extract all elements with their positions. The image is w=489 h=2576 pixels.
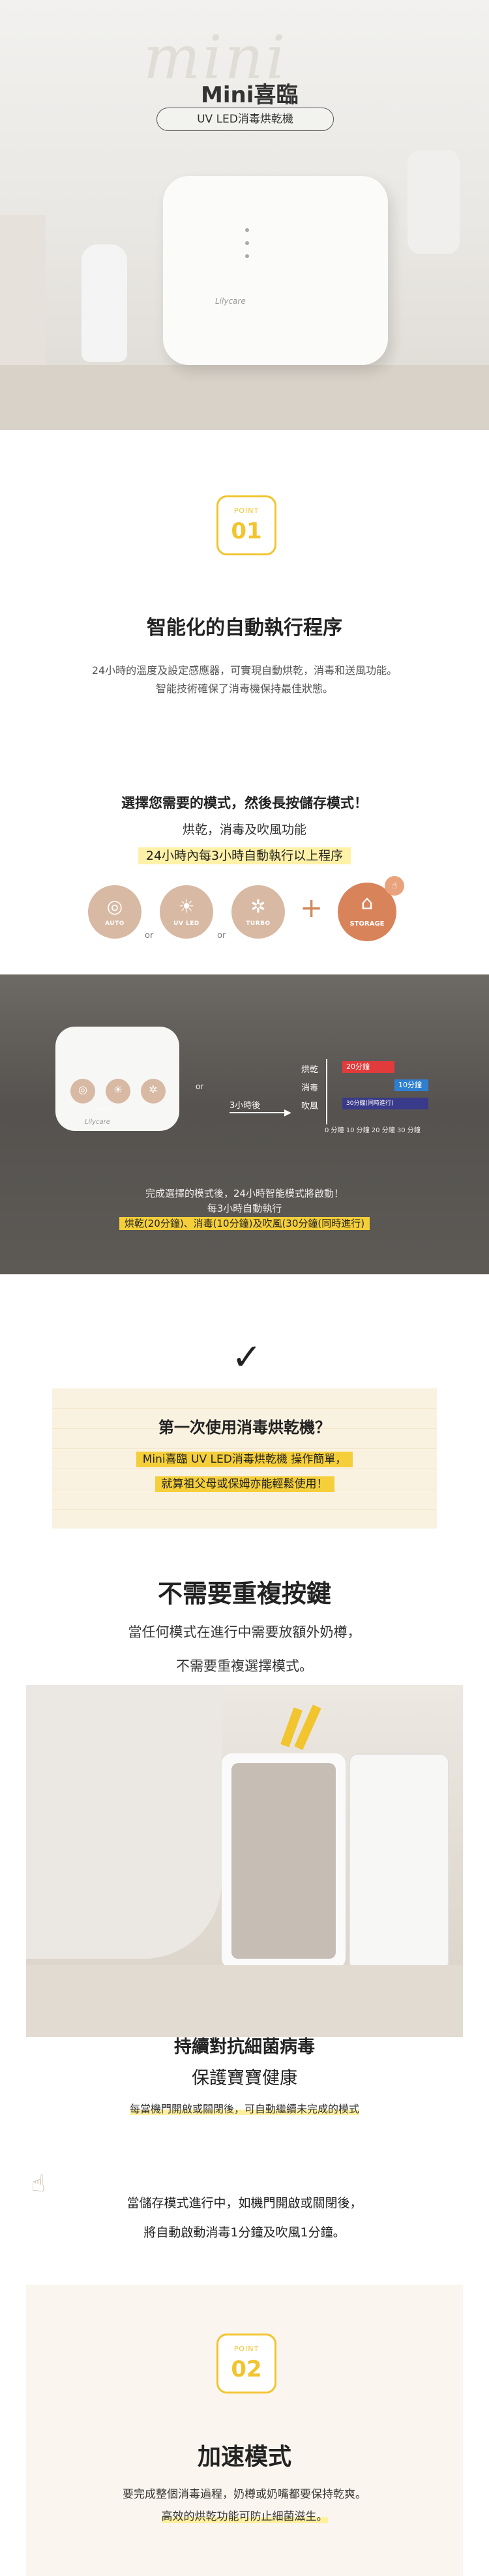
uv-led-icon: ☀: [106, 1079, 130, 1104]
device-logo: Lilycare: [215, 297, 246, 306]
after-3-hours-label: 3小時後: [230, 1101, 261, 1111]
countertop: [0, 365, 489, 430]
turbo-icon: ✲: [250, 896, 266, 917]
turbo-icon: ✲: [141, 1079, 166, 1104]
arrow-right-icon: ▶: [284, 1107, 291, 1118]
device-logo: Lilycare: [85, 1119, 110, 1126]
antibac-subheading: 保護寶寶健康: [192, 2068, 297, 2088]
timeline-note-3: 烘乾(20分鐘)、消毒(10分鐘)及吹風(30分鐘(同時進行): [119, 1217, 370, 1230]
no-repeat-line-1: 當任何模式在進行中需要放額外奶樽，: [128, 1624, 361, 1640]
hero-image: mini Mini喜臨 UV LED消毒烘乾機 Lilycare: [0, 0, 489, 430]
timeline-axis: [326, 1059, 327, 1124]
antibac-note-1: 當儲存模式進行中，如機門開啟或關閉後，: [126, 2196, 363, 2210]
indicator-light: [245, 241, 249, 245]
timeline-arrow-line: [230, 1112, 287, 1113]
auto-icon: ◎: [70, 1079, 95, 1104]
or-label: or: [145, 931, 154, 941]
product-title: Mini喜臨: [201, 82, 299, 108]
point-badge-02: POINT 02: [216, 2334, 276, 2393]
point-label: POINT: [233, 506, 259, 515]
section-heading: 智能化的自動執行程序: [147, 617, 342, 639]
uv-led-icon: ☀: [178, 896, 195, 917]
mode-turbo: ✲ TURBO: [231, 885, 285, 939]
first-use-heading: 第一次使用消毒烘乾機？: [158, 1418, 331, 1437]
mode-label: UV LED: [173, 920, 200, 927]
section-body-line-1: 24小時的溫度及設定感應器，可實現自動烘乾，消毒和送風功能。: [91, 664, 398, 677]
first-use-line-2: 就算祖父母或保姆亦能輕鬆使用！: [155, 1476, 334, 1492]
point-number: 02: [231, 2356, 262, 2382]
antibac-body-wrap: 每當機門開啟或關閉後，可自動繼續未完成的模式: [0, 2100, 489, 2116]
or-label: or: [217, 931, 226, 941]
auto-icon: ◎: [106, 896, 123, 917]
kitchen-shelf: [0, 215, 46, 365]
timeline-note-2: 每3小時自動執行: [207, 1203, 282, 1214]
mode-instruction: 選擇您需要的模式，然後長按儲存模式！: [121, 795, 368, 811]
timeline-note-1: 完成選擇的模式後，24小時智能模式將啟動！: [145, 1188, 344, 1199]
timeline-note-3-wrap: 烘乾(20分鐘)、消毒(10分鐘)及吹風(30分鐘(同時進行): [0, 1216, 489, 1231]
mode-label: TURBO: [246, 920, 271, 927]
indicator-light: [245, 228, 249, 232]
bar-sterilize: 10分鐘: [394, 1079, 428, 1091]
mode-label: AUTO: [105, 920, 125, 927]
antibac-heading: 持續對抗細菌病毒: [174, 2037, 315, 2057]
bar-dry: 20分鐘: [342, 1061, 394, 1073]
point-badge-01: POINT 01: [216, 495, 276, 555]
bookmark-icon: ⌂: [361, 892, 374, 915]
plus-sign: +: [300, 892, 323, 924]
point2-heading: 加速模式: [197, 2444, 291, 2470]
sterilizer-device: [163, 176, 388, 365]
first-use-line-1-wrap: Mini喜臨 UV LED消毒烘乾機 操作簡單，: [0, 1450, 489, 1467]
mode-uv-led: ☀ UV LED: [160, 885, 213, 939]
point2-line-1: 要完成整個消毒過程，奶樽或奶嘴都要保持乾爽。: [123, 2488, 366, 2501]
first-use-line-1: Mini喜臨 UV LED消毒烘乾機 操作簡單，: [136, 1452, 353, 1467]
counter-surface: [26, 1965, 463, 2037]
sterilizer-door: [349, 1753, 449, 1971]
antibac-note-2: 將自動啟動消毒1分鐘及吹風1分鐘。: [143, 2225, 346, 2240]
sterilizer-interior: [231, 1763, 336, 1959]
row-label-dry: 烘乾: [301, 1065, 319, 1075]
point-label: POINT: [233, 2345, 259, 2353]
product-subtitle: UV LED消毒烘乾機: [156, 108, 334, 131]
section-body-line-2: 智能技術確保了消毒機保持最佳狀態。: [155, 682, 333, 695]
point2-section: [26, 2285, 463, 2576]
person-arm: [26, 1685, 222, 1959]
point-number: 01: [231, 518, 262, 544]
kettle: [408, 150, 460, 254]
small-mode-label: AUTO: [96, 1106, 111, 1112]
bar-fan: 30分鐘(同時進行): [342, 1098, 428, 1109]
timeline-axis-labels: 0 分鐘 10 分鐘 20 分鐘 30 分鐘: [325, 1127, 421, 1134]
no-repeat-heading: 不需要重複按鍵: [157, 1579, 331, 1608]
or-label: or: [196, 1082, 204, 1091]
point2-line-2: 高效的烘乾功能可防止細菌滋生。: [161, 2510, 328, 2523]
first-use-line-2-wrap: 就算祖父母或保姆亦能輕鬆使用！: [0, 1474, 489, 1492]
mode-schedule: 24小時內每3小時自動執行以上程序: [138, 847, 351, 864]
row-label-sterilize: 消毒: [301, 1083, 319, 1093]
storage-label: STORAGE: [349, 920, 385, 928]
antibac-body: 每當機門開啟或關閉後，可自動繼續未完成的模式: [129, 2103, 359, 2115]
no-repeat-line-2: 不需要重複選擇模式。: [176, 1658, 313, 1674]
mode-functions: 烘乾，消毒及吹風功能: [182, 823, 306, 837]
check-icon: ✓: [231, 1336, 262, 1379]
hand-press-icon: ☝: [385, 876, 404, 896]
point2-line-2-wrap: 高效的烘乾功能可防止細菌滋生。: [0, 2507, 489, 2523]
product-page: mini Mini喜臨 UV LED消毒烘乾機 Lilycare POINT 0…: [0, 0, 489, 2576]
mode-schedule-wrap: 24小時內每3小時自動執行以上程序: [0, 846, 489, 864]
mode-auto: ◎ AUTO: [88, 885, 141, 939]
indicator-light: [245, 254, 249, 258]
baby-bottle: [82, 244, 127, 362]
row-label-fan: 吹風: [301, 1102, 319, 1111]
